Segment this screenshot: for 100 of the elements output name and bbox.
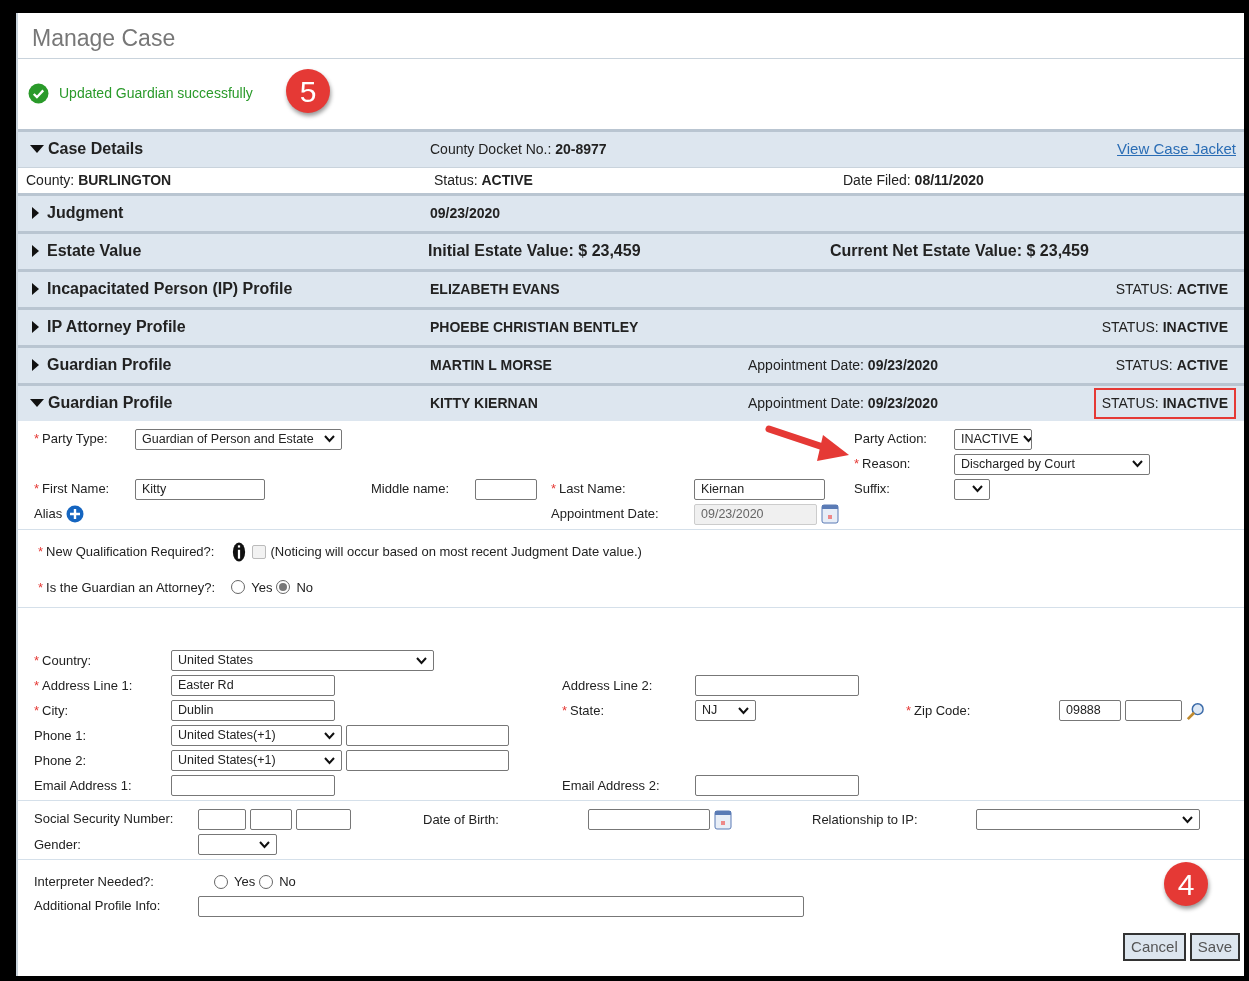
radio-button[interactable] (231, 580, 246, 595)
field-label: * Party Type: (34, 430, 109, 449)
input-field[interactable] (475, 478, 537, 500)
field-label: * City: (34, 701, 70, 720)
input-field[interactable] (346, 750, 509, 771)
select-field[interactable] (954, 478, 990, 500)
section-value: Appointment Date: 09/23/2020 (748, 355, 939, 375)
field-label: Party Action: (854, 430, 928, 449)
zip-lookup-icon[interactable] (1186, 700, 1204, 721)
field-label: * Country: (34, 651, 93, 670)
field-label: * Last Name: (551, 480, 627, 499)
section-value: 09/23/2020 (430, 203, 502, 223)
input-field[interactable] (171, 775, 335, 796)
status-text: STATUS: ACTIVE (1114, 279, 1229, 299)
step-marker: 4 (1164, 862, 1208, 906)
section-value: MARTIN L MORSE (430, 355, 553, 375)
status-text: STATUS: INACTIVE (1100, 317, 1229, 337)
chevron-icon (1132, 460, 1143, 468)
input-field[interactable]: Kiernan (694, 478, 825, 500)
status-text: STATUS: INACTIVE (1093, 387, 1236, 419)
step-marker: 5 (286, 69, 330, 113)
detail-text: County: BURLINGTON (26, 170, 173, 190)
status-text: STATUS: ACTIVE (1114, 355, 1229, 375)
field-label: * Address Line 1: (34, 676, 134, 695)
detail-text: Status: ACTIVE (434, 170, 534, 190)
field-label: Interpreter Needed?: (34, 873, 155, 891)
calendar-icon[interactable] (821, 504, 839, 524)
option-label: No (279, 873, 296, 891)
input-field[interactable]: Kitty (135, 478, 265, 500)
field-label: Additional Profile Info: (34, 897, 162, 916)
input-field[interactable]: Easter Rd (171, 675, 335, 696)
select-field[interactable]: Discharged by Court (954, 453, 1150, 475)
select-field[interactable] (198, 834, 277, 855)
country-code-select[interactable]: United States(+1) (171, 725, 342, 746)
field-label: * State: (562, 701, 606, 720)
add-icon[interactable] (66, 504, 85, 524)
field-label: * Is the Guardian an Attorney?: (38, 578, 216, 597)
calendar-icon[interactable] (714, 809, 732, 830)
chevron-icon (324, 731, 335, 740)
option-label: Yes (251, 578, 273, 597)
field-label: * New Qualification Required?: (38, 542, 215, 561)
field-label: Phone 1: (34, 726, 88, 745)
docket-number: County Docket No.: 20-8977 (430, 139, 608, 159)
section-title: Incapacitated Person (IP) Profile (47, 279, 293, 299)
option-label: Yes (234, 873, 256, 891)
field-label: Appointment Date: (551, 505, 660, 524)
status-message: Updated Guardian successfully (59, 84, 253, 103)
input-field[interactable]: 09888 (1059, 700, 1121, 721)
select-field[interactable] (976, 809, 1200, 830)
section-value: KITTY KIERNAN (430, 393, 539, 413)
section-title: IP Attorney Profile (47, 317, 186, 337)
field-label: * First Name: (34, 480, 111, 499)
field-label: Date of Birth: (423, 810, 500, 829)
detail-text: Date Filed: 08/11/2020 (843, 170, 985, 190)
section-value: Initial Estate Value: $ 23,459 (428, 241, 642, 261)
field-label: Email Address 2: (562, 776, 661, 795)
success-icon (28, 83, 49, 104)
section-value: Appointment Date: 09/23/2020 (748, 393, 939, 413)
chevron-icon (972, 485, 983, 493)
input-field[interactable] (695, 775, 859, 796)
cancel-button[interactable]: Cancel (1123, 932, 1186, 961)
chevron-icon (738, 706, 749, 715)
section-title: Judgment (47, 203, 124, 223)
chevron-icon (324, 756, 335, 765)
select-field[interactable]: NJ (695, 700, 756, 721)
radio-button[interactable] (259, 874, 274, 889)
chevron-icon (1022, 435, 1031, 443)
input-field[interactable] (250, 809, 292, 830)
field-label: Middle name: (371, 480, 451, 499)
field-label: Phone 2: (34, 751, 88, 770)
case-jacket-link[interactable]: View Case Jacket (1117, 137, 1236, 161)
field-label: Relationship to IP: (812, 810, 919, 829)
input-field[interactable] (695, 675, 859, 696)
field-label: Alias (34, 505, 63, 524)
date-field[interactable] (588, 809, 710, 830)
input-field[interactable] (1125, 700, 1182, 721)
radio-button[interactable] (276, 580, 291, 595)
option-label: No (296, 578, 313, 597)
section-title: Guardian Profile (47, 355, 172, 375)
select-field[interactable]: United States (171, 650, 434, 671)
save-button[interactable]: Save (1189, 932, 1240, 961)
field-label: Address Line 2: (562, 676, 654, 695)
radio-button[interactable] (214, 874, 228, 889)
field-label: Gender: (34, 835, 82, 854)
field-label: Suffix: (854, 480, 891, 499)
input-field[interactable]: Dublin (171, 700, 335, 721)
chevron-icon (259, 840, 270, 849)
chevron-icon (1182, 815, 1193, 824)
country-code-select[interactable]: United States(+1) (171, 750, 342, 771)
input-field[interactable] (198, 809, 246, 830)
note-text: (Noticing will occur based on most recent Judgment Date value.) (270, 542, 642, 561)
section-value: ELIZABETH EVANS (430, 279, 561, 299)
input-field[interactable] (346, 725, 509, 746)
chevron-icon (324, 435, 335, 443)
input-field[interactable] (296, 809, 351, 830)
select-field[interactable]: Guardian of Person and Estate (135, 428, 342, 450)
input-field[interactable] (198, 895, 804, 917)
field-label: * Reason: (854, 455, 912, 474)
field-label: Email Address 1: (34, 776, 133, 795)
select-field[interactable]: INACTIVE (954, 428, 1032, 450)
